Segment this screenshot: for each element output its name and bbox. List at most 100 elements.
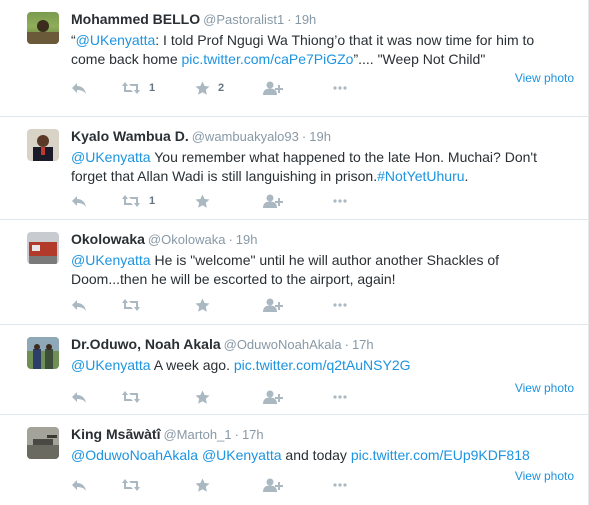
author-name[interactable]: Mohammed BELLO bbox=[71, 11, 200, 27]
favorite-icon bbox=[195, 81, 210, 96]
tweet-text: @UKenyatta He is "welcome" until he will… bbox=[71, 251, 551, 289]
tweet-header: King Msãwàtî @Martoh_1 · 17h bbox=[71, 426, 264, 442]
more-button[interactable] bbox=[333, 192, 347, 210]
favorite-button[interactable] bbox=[195, 192, 210, 210]
tweet-header: Kyalo Wambua D. @wambuakyalo93 · 19h bbox=[71, 128, 331, 144]
reply-button[interactable] bbox=[71, 296, 87, 314]
tweet-text: @OduwoNoahAkala @UKenyatta and today pic… bbox=[71, 446, 551, 465]
tweet-header: Okolowaka @Okolowaka · 19h bbox=[71, 231, 257, 247]
retweet-button[interactable] bbox=[121, 388, 141, 406]
separator-dot: · bbox=[287, 12, 292, 27]
favorite-icon bbox=[195, 390, 210, 405]
retweet-button[interactable]: 1 bbox=[121, 79, 155, 97]
favorite-button[interactable] bbox=[195, 388, 210, 406]
avatar[interactable] bbox=[27, 232, 59, 264]
more-dots-icon bbox=[333, 199, 347, 203]
tweet-link[interactable]: @UKenyatta bbox=[71, 149, 151, 165]
more-dots-icon bbox=[333, 303, 347, 307]
tweet-link[interactable]: pic.twitter.com/caPe7PiGZo bbox=[182, 51, 354, 67]
timestamp[interactable]: 17h bbox=[242, 427, 264, 442]
reply-button[interactable] bbox=[71, 388, 87, 406]
retweet-count: 1 bbox=[149, 82, 156, 94]
more-button[interactable] bbox=[333, 296, 347, 314]
favorite-icon bbox=[195, 194, 210, 209]
timestamp[interactable]: 19h bbox=[295, 12, 317, 27]
avatar[interactable] bbox=[27, 12, 59, 44]
favorite-button[interactable] bbox=[195, 476, 210, 494]
more-dots-icon bbox=[333, 395, 347, 399]
more-button[interactable] bbox=[333, 388, 347, 406]
tweet[interactable]: Dr.Oduwo, Noah Akala @OduwoNoahAkala · 17h … bbox=[0, 325, 588, 415]
tweet-link[interactable]: @UKenyatta bbox=[202, 447, 282, 463]
tweet-link[interactable]: pic.twitter.com/EUp9KDF818 bbox=[351, 447, 530, 463]
separator-dot: · bbox=[301, 129, 307, 144]
tweet-link[interactable]: @UKenyatta bbox=[76, 32, 156, 48]
author-handle[interactable]: @Pastoralist1 bbox=[203, 12, 284, 27]
avatar[interactable] bbox=[27, 337, 59, 369]
author-name[interactable]: Kyalo Wambua D. bbox=[71, 128, 189, 144]
separator-dot: · bbox=[228, 232, 233, 247]
tweet[interactable]: Mohammed BELLO @Pastoralist1 · 19h “@UKenya… bbox=[0, 0, 588, 117]
reply-button[interactable] bbox=[71, 79, 87, 97]
tweet-link[interactable]: pic.twitter.com/q2tAuNSY2G bbox=[234, 357, 411, 373]
tweet-text-segment: A week ago. bbox=[150, 357, 234, 373]
tweet[interactable]: King Msãwàtî @Martoh_1 · 17h @OduwoNoahAkal… bbox=[0, 415, 588, 505]
author-handle[interactable]: @Martoh_1 bbox=[163, 427, 231, 442]
retweet-button[interactable] bbox=[121, 476, 141, 494]
favorite-button[interactable]: 2 bbox=[195, 79, 224, 97]
tweet-link[interactable]: @OduwoNoahAkala bbox=[71, 447, 198, 463]
tweet[interactable]: Okolowaka @Okolowaka · 19h @UKenyatta He is… bbox=[0, 220, 588, 325]
retweet-button[interactable] bbox=[121, 296, 141, 314]
author-name[interactable]: King Msãwàtî bbox=[71, 426, 160, 442]
follow-icon bbox=[263, 478, 283, 493]
tweet-text-segment: and today bbox=[281, 447, 351, 463]
follow-icon bbox=[263, 298, 283, 313]
separator-dot: · bbox=[344, 337, 349, 352]
view-photo-link[interactable]: View photo bbox=[515, 469, 574, 483]
timeline: Mohammed BELLO @Pastoralist1 · 19h “@UKenya… bbox=[0, 0, 589, 505]
follow-icon bbox=[263, 194, 283, 209]
avatar[interactable] bbox=[27, 427, 59, 459]
avatar[interactable] bbox=[27, 129, 59, 161]
reply-button[interactable] bbox=[71, 192, 87, 210]
tweet-text: “@UKenyatta: I told Prof Ngugi Wa Thiong… bbox=[71, 31, 551, 69]
retweet-button[interactable]: 1 bbox=[121, 192, 155, 210]
timestamp[interactable]: 19h bbox=[236, 232, 258, 247]
favorite-button[interactable] bbox=[195, 296, 210, 314]
author-handle[interactable]: @wambuakyalo93 bbox=[192, 129, 299, 144]
follow-button[interactable] bbox=[263, 192, 283, 210]
follow-button[interactable] bbox=[263, 476, 283, 494]
author-handle[interactable]: @OduwoNoahAkala bbox=[224, 337, 342, 352]
reply-icon bbox=[71, 478, 87, 492]
favorite-icon bbox=[195, 298, 210, 313]
tweet-link[interactable]: #NotYetUhuru bbox=[377, 168, 464, 184]
more-dots-icon bbox=[333, 483, 347, 487]
tweet-text-segment: ”.... "Weep Not Child" bbox=[353, 51, 486, 67]
more-button[interactable] bbox=[333, 476, 347, 494]
tweet-header: Mohammed BELLO @Pastoralist1 · 19h bbox=[71, 11, 316, 27]
timestamp[interactable]: 17h bbox=[352, 337, 374, 352]
tweet-link[interactable]: @UKenyatta bbox=[71, 357, 151, 373]
favorite-count: 2 bbox=[218, 82, 225, 94]
view-photo-link[interactable]: View photo bbox=[515, 71, 574, 85]
retweet-count: 1 bbox=[149, 195, 156, 207]
more-button[interactable] bbox=[333, 79, 347, 97]
tweet-link[interactable]: @UKenyatta bbox=[71, 252, 151, 268]
follow-button[interactable] bbox=[263, 79, 283, 97]
tweet-header: Dr.Oduwo, Noah Akala @OduwoNoahAkala · 17h bbox=[71, 336, 374, 352]
follow-button[interactable] bbox=[263, 296, 283, 314]
author-name[interactable]: Dr.Oduwo, Noah Akala bbox=[71, 336, 221, 352]
retweet-icon bbox=[121, 194, 141, 208]
more-dots-icon bbox=[333, 86, 347, 90]
timestamp[interactable]: 19h bbox=[309, 129, 331, 144]
author-handle[interactable]: @Okolowaka bbox=[148, 232, 226, 247]
reply-icon bbox=[71, 298, 87, 312]
retweet-icon bbox=[121, 390, 141, 404]
reply-icon bbox=[71, 81, 87, 95]
author-name[interactable]: Okolowaka bbox=[71, 231, 145, 247]
view-photo-link[interactable]: View photo bbox=[515, 381, 574, 395]
tweet[interactable]: Kyalo Wambua D. @wambuakyalo93 · 19h @UKeny… bbox=[0, 117, 588, 220]
follow-button[interactable] bbox=[263, 388, 283, 406]
reply-button[interactable] bbox=[71, 476, 87, 494]
retweet-icon bbox=[121, 478, 141, 492]
